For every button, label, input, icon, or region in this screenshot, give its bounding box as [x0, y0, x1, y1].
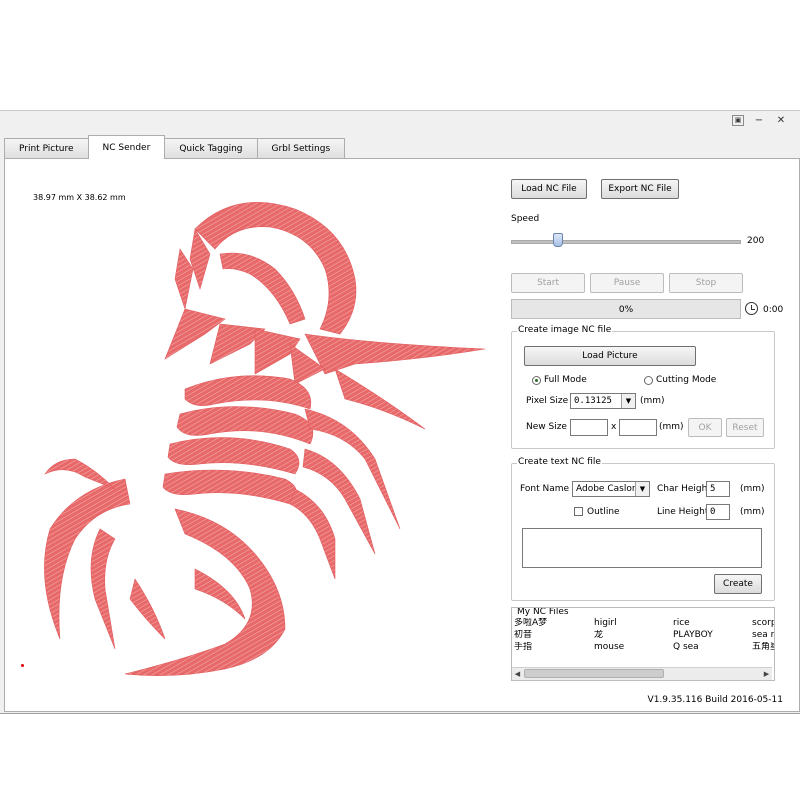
clock-icon: [745, 302, 758, 315]
line-height-unit: (mm): [740, 507, 765, 517]
scorpion-image: [44, 202, 486, 676]
list-item[interactable]: PLAYBOY: [673, 630, 752, 641]
ok-button[interactable]: OK: [688, 418, 722, 437]
engraving-preview[interactable]: 38.97 mm X 38.62 mm: [5, 159, 503, 709]
list-item[interactable]: 五角星: [752, 642, 774, 653]
cutting-mode-label: Cutting Mode: [656, 375, 717, 385]
speed-slider-track[interactable]: [511, 240, 741, 244]
window-menu-icon[interactable]: ▣: [732, 115, 744, 126]
pixel-size-unit: (mm): [640, 396, 665, 406]
char-height-value: 5: [710, 484, 716, 494]
list-item[interactable]: 龙: [594, 630, 673, 641]
reset-button[interactable]: Reset: [726, 418, 764, 437]
app-window: ▣ − ✕ Print Picture NC Sender Quick Tagg…: [0, 110, 800, 714]
tab-bar: Print Picture NC Sender Quick Tagging Gr…: [4, 135, 346, 159]
new-size-label: New Size: [526, 422, 567, 432]
load-nc-file-button[interactable]: Load NC File: [511, 179, 587, 199]
pause-button[interactable]: Pause: [590, 273, 664, 293]
speed-label: Speed: [511, 214, 540, 224]
char-height-input[interactable]: 5: [706, 481, 730, 497]
list-item[interactable]: Q sea: [673, 642, 752, 653]
outline-label: Outline: [587, 507, 620, 517]
text-nc-title: Create text NC file: [517, 457, 602, 467]
cutting-mode-radio[interactable]: [644, 376, 653, 385]
chevron-down-icon[interactable]: ▼: [635, 482, 649, 496]
tab-nc-sender[interactable]: NC Sender: [87, 135, 166, 159]
minimize-icon[interactable]: −: [748, 113, 770, 129]
pixel-size-select[interactable]: 0.13125 ▼: [570, 393, 636, 409]
my-nc-files-title: My NC Files: [517, 607, 569, 617]
outline-checkbox[interactable]: [574, 507, 583, 516]
list-item[interactable]: sea ro: [752, 630, 774, 641]
char-height-label: Char Height: [657, 484, 711, 494]
scroll-left-icon[interactable]: ◀: [512, 669, 523, 679]
elapsed-time: 0:00: [763, 305, 784, 315]
font-name-select[interactable]: Adobe Caslon ▼: [572, 481, 650, 497]
version-label: V1.9.35.116 Build 2016-05-11: [647, 695, 783, 705]
scroll-right-icon[interactable]: ▶: [761, 669, 772, 679]
full-mode-radio[interactable]: [532, 376, 541, 385]
nc-sender-panel: 38.97 mm X 38.62 mm Load NC File Export …: [4, 158, 800, 712]
new-size-unit: (mm): [659, 422, 684, 432]
char-height-unit: (mm): [740, 484, 765, 494]
create-button[interactable]: Create: [714, 574, 762, 594]
line-height-label: Line Height: [657, 507, 709, 517]
pixel-size-value: 0.13125: [574, 396, 612, 406]
list-item[interactable]: mouse: [594, 642, 673, 653]
horizontal-scrollbar[interactable]: ◀ ▶: [512, 667, 772, 680]
speed-value: 200: [747, 236, 765, 246]
list-item[interactable]: 手指: [514, 642, 594, 653]
text-content-input[interactable]: [522, 528, 762, 568]
my-nc-files-list: My NC Files 多啦A梦 higirl rice scorpi 初音 龙…: [511, 607, 775, 681]
line-height-value: 0: [710, 507, 716, 517]
new-size-width-input[interactable]: [570, 419, 608, 436]
origin-dot: [21, 664, 24, 667]
list-item[interactable]: 初音: [514, 630, 594, 641]
progress-bar: 0%: [511, 299, 741, 319]
list-item[interactable]: rice: [673, 618, 752, 629]
progress-text: 0%: [618, 305, 634, 315]
nc-files-grid: 多啦A梦 higirl rice scorpi 初音 龙 PLAYBOY sea…: [514, 618, 774, 653]
export-nc-file-button[interactable]: Export NC File: [601, 179, 679, 199]
full-mode-label: Full Mode: [544, 375, 587, 385]
start-button[interactable]: Start: [511, 273, 585, 293]
list-item[interactable]: higirl: [594, 618, 673, 629]
image-nc-title: Create image NC file: [517, 325, 613, 335]
tab-grbl-settings[interactable]: Grbl Settings: [256, 138, 346, 159]
text-nc-group: Create text NC file Font Name Adobe Casl…: [511, 457, 775, 601]
scrollbar-thumb[interactable]: [524, 669, 664, 678]
speed-slider-thumb[interactable]: [553, 233, 563, 247]
stop-button[interactable]: Stop: [669, 273, 743, 293]
list-item[interactable]: 多啦A梦: [514, 618, 594, 629]
tab-print-picture[interactable]: Print Picture: [4, 138, 89, 159]
line-height-input[interactable]: 0: [706, 504, 730, 520]
font-name-value: Adobe Caslon: [576, 484, 638, 494]
new-size-x: x: [611, 422, 617, 432]
window-controls: ▣ − ✕: [728, 113, 792, 129]
image-nc-group: Create image NC file Load Picture Full M…: [511, 325, 775, 449]
new-size-height-input[interactable]: [619, 419, 657, 436]
tab-quick-tagging[interactable]: Quick Tagging: [164, 138, 258, 159]
list-item[interactable]: scorpi: [752, 618, 774, 629]
load-picture-button[interactable]: Load Picture: [524, 346, 696, 366]
font-name-label: Font Name: [520, 484, 570, 494]
chevron-down-icon[interactable]: ▼: [621, 394, 635, 408]
pixel-size-label: Pixel Size: [526, 396, 569, 406]
close-icon[interactable]: ✕: [770, 113, 792, 129]
